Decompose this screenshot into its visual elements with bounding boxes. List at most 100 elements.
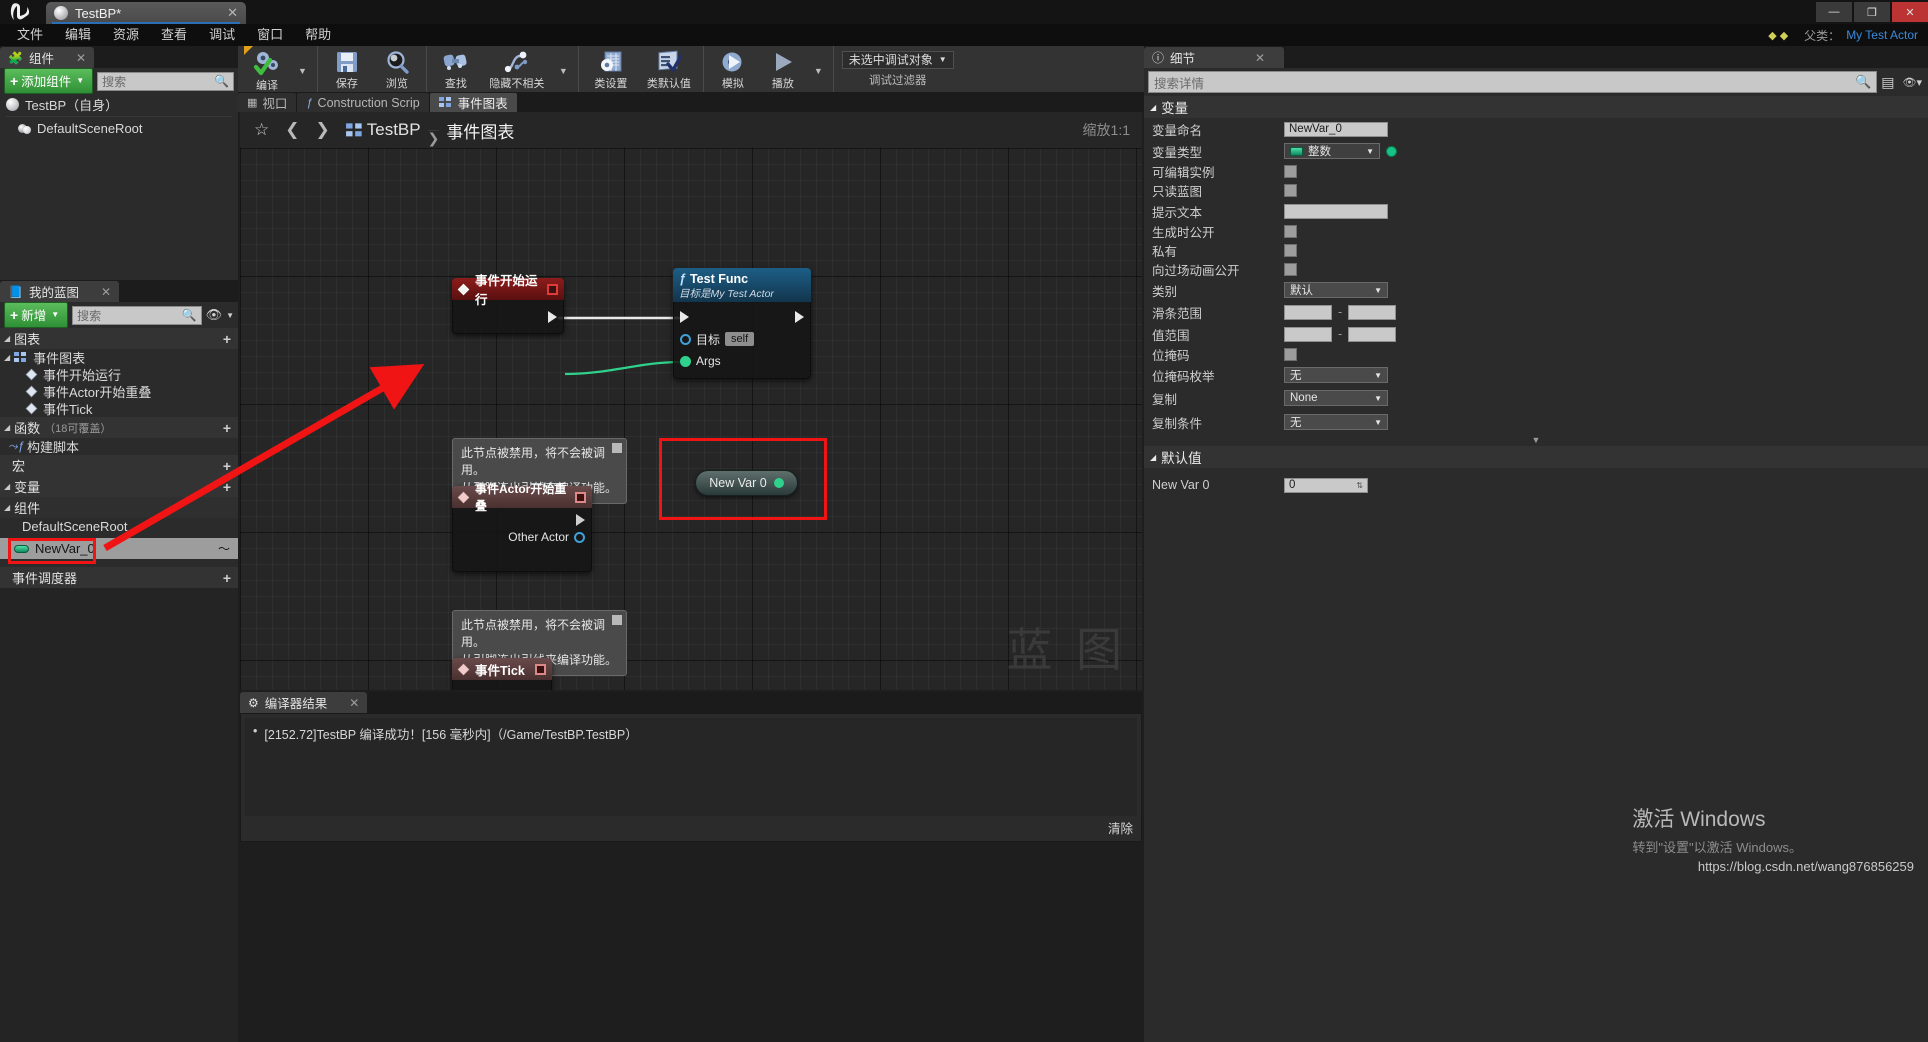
exec-output-pin[interactable] [548,310,557,323]
exec-input-pin[interactable] [680,311,689,323]
simulate-button[interactable]: 模拟 [708,47,758,91]
section-graphs[interactable]: ◢ 图表 + [0,328,238,349]
debug-object-selector[interactable]: 未选中调试对象 ▼ [841,50,954,69]
exec-output-pin[interactable] [795,311,804,323]
menu-item-assets[interactable]: 资源 [102,24,150,46]
menu-item-edit[interactable]: 编辑 [54,24,102,46]
asset-tab-testbp[interactable]: TestBP* ✕ [46,2,246,24]
node-test-func[interactable]: ƒ Test Func 目标是My Test Actor 目标 self Args [673,268,811,379]
menu-item-help[interactable]: 帮助 [294,24,342,46]
pin-icon[interactable] [612,443,622,453]
find-button[interactable]: 查找 [431,47,481,91]
pin-icon[interactable] [612,615,622,625]
clear-results-button[interactable]: 清除 [1108,818,1133,837]
forward-arrow-icon[interactable]: ❯ [308,120,338,140]
play-button[interactable]: 播放 [758,47,808,91]
expose-to-cinematics-checkbox[interactable] [1284,263,1297,276]
close-icon[interactable]: ✕ [101,285,111,299]
menu-item-window[interactable]: 窗口 [246,24,294,46]
private-checkbox[interactable] [1284,244,1297,257]
slider-range-max-input[interactable] [1348,304,1397,320]
add-new-button[interactable]: + 新增 ▼ [4,302,69,328]
details-search-input[interactable]: 搜索详情 🔍 [1148,71,1878,93]
favorite-star-icon[interactable]: ☆ [246,120,277,140]
bitmask-enum-dropdown[interactable]: 无 ▼ [1284,367,1388,383]
section-components-vars[interactable]: ◢ 组件 [0,497,238,518]
value-range-max-input[interactable] [1348,326,1397,342]
object-input-pin[interactable] [680,333,691,345]
back-arrow-icon[interactable]: ❮ [277,120,307,140]
details-section-default-value[interactable]: ◢ 默认值 [1144,446,1928,468]
tab-compiler-results[interactable]: ⚙ 编译器结果 ✕ [240,692,368,713]
default-value-input[interactable]: 0 ⇅ [1284,477,1368,493]
class-settings-button[interactable]: 类设置 [583,47,639,91]
tab-details[interactable]: ⓘ 细节 ✕ [1144,47,1284,68]
item-event-tick[interactable]: 事件Tick [0,400,238,417]
component-row-defaultsceneroot[interactable]: DefaultSceneRoot [0,118,238,139]
close-icon[interactable]: ✕ [76,51,86,65]
add-variable-button[interactable]: + [223,479,238,495]
tab-event-graph[interactable]: 事件图表 [429,93,517,112]
maximize-button[interactable]: ❐ [1854,2,1890,22]
compiler-results-list[interactable]: • [2152.72]TestBP 编译成功！[156 毫秒内]（/Game/T… [245,718,1137,816]
exec-output-pin[interactable] [576,514,585,526]
item-event-graph[interactable]: ◢ 事件图表 [0,349,238,366]
parent-class-link[interactable]: My Test Actor [1846,28,1918,42]
chevron-down-icon[interactable]: ▼ [292,66,313,76]
browse-button[interactable]: 浏览 [372,47,422,91]
object-output-pin[interactable] [574,531,585,543]
variable-type-dropdown[interactable]: 整数 ▼ [1284,143,1380,159]
window-close-button[interactable]: ✕ [1892,2,1928,22]
tab-construction-script[interactable]: ƒ Construction Scrip [297,93,429,112]
minimize-button[interactable]: — [1816,2,1852,22]
list-view-icon[interactable]: ▤ [1881,74,1894,91]
chevron-down-icon[interactable]: ▼ [808,66,829,76]
details-section-variable[interactable]: ◢ 变量 [1144,96,1928,118]
blueprint-readonly-checkbox[interactable] [1284,184,1297,197]
visibility-icon[interactable]: 〜 [218,540,238,557]
menu-item-debug[interactable]: 调试 [198,24,246,46]
section-macros[interactable]: 宏 + [0,455,238,476]
add-dispatcher-button[interactable]: + [223,570,238,586]
breakpoint-icon[interactable] [535,663,546,675]
add-macro-button[interactable]: + [223,458,238,474]
variable-name-input[interactable]: NewVar_0 [1284,121,1388,137]
component-row-testbp[interactable]: TestBP（自身） [0,94,238,115]
section-variables[interactable]: ◢ 变量 + [0,476,238,497]
value-range-min-input[interactable] [1284,326,1332,342]
menu-item-file[interactable]: 文件 [6,24,54,46]
wildcard-input-pin[interactable] [680,355,691,367]
item-event-begin-play[interactable]: 事件开始运行 [0,366,238,383]
slider-range-min-input[interactable] [1284,304,1332,320]
chevron-down-icon[interactable]: ▼ [553,66,574,76]
compile-button[interactable]: 编译 [242,47,292,92]
editable-instance-checkbox[interactable] [1284,165,1297,178]
tooltip-text-input[interactable] [1284,203,1388,219]
save-button[interactable]: 保存 [322,47,372,91]
section-event-dispatchers[interactable]: 事件调度器 + [0,567,238,588]
add-function-button[interactable]: + [223,420,238,436]
class-defaults-button[interactable]: 类默认值 [639,47,699,91]
category-dropdown[interactable]: 默认 ▼ [1284,282,1388,298]
tab-components[interactable]: 🧩 组件 ✕ [0,47,95,68]
close-icon[interactable]: ✕ [1255,51,1265,65]
myblueprint-search-input[interactable]: 搜索 🔍 [72,305,202,325]
breakpoint-icon[interactable] [575,491,586,503]
stepper-icon[interactable]: ⇅ [1356,481,1363,490]
self-value[interactable]: self [725,332,755,346]
expose-on-spawn-checkbox[interactable] [1284,225,1297,238]
collapse-section-handle[interactable]: ▼ [1144,434,1928,446]
item-event-actor-begin-overlap[interactable]: 事件Actor开始重叠 [0,383,238,400]
close-icon[interactable]: ✕ [209,5,238,21]
item-var-defaultsceneroot[interactable]: DefaultSceneRoot [0,518,238,535]
node-event-begin-play[interactable]: 事件开始运行 [452,274,564,334]
item-construction-script[interactable]: ⤳ƒ 构建脚本 [0,438,238,455]
graph-grid[interactable]: 蓝 图 事件开始运行 ƒ Test Func 目标是My Test Actor … [240,148,1142,690]
menu-item-view[interactable]: 查看 [150,24,198,46]
components-search-input[interactable]: 搜索 🔍 [97,71,234,91]
eye-icon[interactable]: 👁 [206,307,223,323]
bitmask-checkbox[interactable] [1284,348,1297,361]
node-event-actor-begin-overlap[interactable]: 事件Actor开始重叠 Other Actor [452,482,592,572]
add-component-button[interactable]: + 添加组件 ▼ [4,68,94,94]
settings-chevron-icon[interactable]: 👁▾ [1903,76,1923,89]
